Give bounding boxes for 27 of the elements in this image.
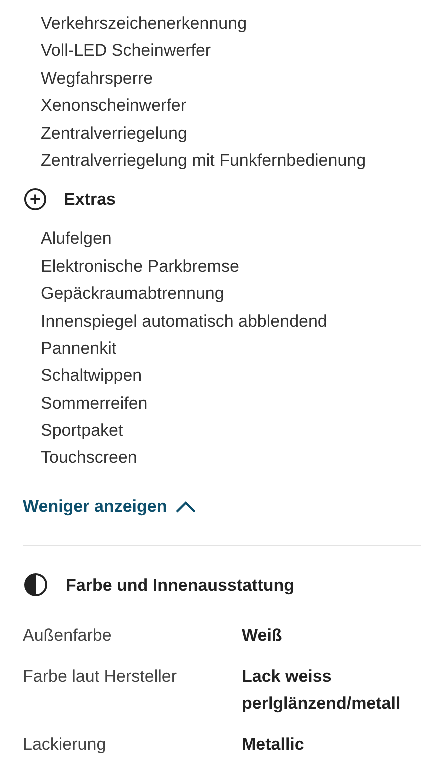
equipment-item: Wegfahrsperre <box>41 68 154 90</box>
plus-circle-icon <box>24 188 47 212</box>
field-label: Außenfarbe <box>23 625 113 648</box>
chevron-icon <box>175 500 198 514</box>
equipment-item: Pannenkit <box>41 338 118 360</box>
equipment-item: Gepäckraumabtrennung <box>41 283 226 306</box>
equipment-item: Alufelgen <box>41 228 113 250</box>
group-heading: Extras <box>64 189 116 212</box>
equipment-item: Elektronische Parkbremse <box>41 256 240 278</box>
equipment-item: Schaltwippen <box>41 365 144 388</box>
equipment-item: Touchscreen <box>41 447 138 470</box>
field-value: Weiß <box>242 625 284 648</box>
equipment-item: Verkehrszeichenerkennung <box>41 13 248 35</box>
half-circle-icon <box>24 573 48 598</box>
field-label: Farbe laut Hersteller <box>23 666 178 688</box>
equipment-item: Voll-LED Scheinwerfer <box>41 40 212 62</box>
equipment-item: Xenonscheinwerfer <box>41 95 188 118</box>
equipment-item: Innenspiegel automatisch abblendend <box>41 310 328 333</box>
field-value: Lack weiss perlglänzend/metall <box>242 666 402 716</box>
equipment-item: Sommerreifen <box>41 392 149 415</box>
show-less-link[interactable]: Weniger anzeigen <box>23 494 198 520</box>
equipment-item: Zentralverriegelung mit Funkfernbedienung <box>41 150 368 172</box>
field-label: Lackierung <box>23 734 108 756</box>
equipment-item: Zentralverriegelung <box>41 122 188 145</box>
equipment-item: Sportpaket <box>41 420 124 442</box>
field-value: Metallic <box>242 734 306 756</box>
section-heading: Farbe und Innenausstattung <box>66 574 295 597</box>
